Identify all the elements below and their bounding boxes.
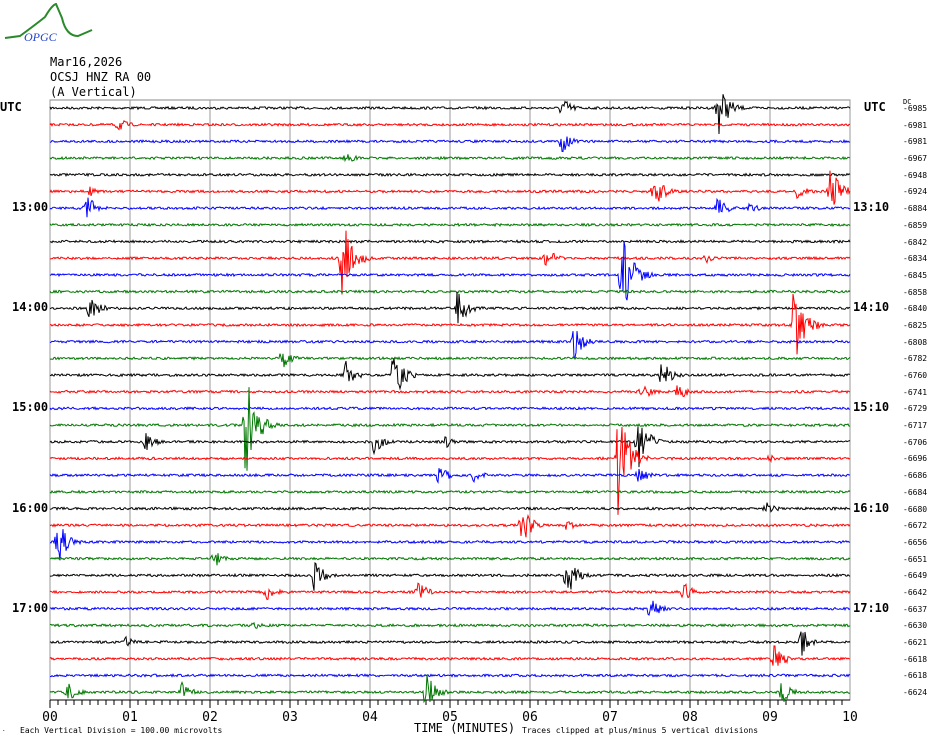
dc-offset-label: -6840 <box>903 304 928 314</box>
dc-offset-label: -6672 <box>903 521 928 531</box>
x-tick-label: 06 <box>522 710 538 725</box>
dc-offset-label: -6637 <box>903 604 928 614</box>
right-hour-label: 16:10 <box>853 500 890 515</box>
left-hour-label: 15:00 <box>12 400 49 415</box>
corner-mark: . <box>2 726 6 733</box>
dc-offset-label: -6729 <box>903 404 928 414</box>
scale-note: Each Vertical Division = 100.00 microvol… <box>20 726 223 735</box>
clip-note: Traces clipped at plus/minus 5 vertical … <box>522 726 759 735</box>
x-tick-label: 01 <box>122 710 138 725</box>
x-tick-label: 05 <box>442 710 458 725</box>
dc-offset-label: -6858 <box>903 287 928 297</box>
left-hour-label: 13:00 <box>12 200 49 215</box>
x-tick-label: 04 <box>362 710 378 725</box>
right-hour-label: 17:10 <box>853 600 890 615</box>
dc-offset-label: -6782 <box>903 354 928 364</box>
left-hour-label: 14:00 <box>12 300 49 315</box>
dc-offset-label: -6717 <box>903 421 928 431</box>
x-tick-label: 07 <box>602 710 618 725</box>
dc-offset-label: -6630 <box>903 621 928 631</box>
helicorder-plot <box>49 94 851 708</box>
dc-offset-label: -6621 <box>903 638 928 648</box>
dc-offset-label: -6651 <box>903 554 928 564</box>
dc-offset-label: -6741 <box>903 387 928 397</box>
x-tick-label: 10 <box>842 710 858 725</box>
dc-offset-label: -6967 <box>903 154 928 164</box>
dc-offset-label: -6684 <box>903 487 928 497</box>
dc-offset-label: -6706 <box>903 437 928 447</box>
right-hour-label: 15:10 <box>853 400 890 415</box>
dc-offset-label: -6808 <box>903 337 928 347</box>
dc-offset-label: -6760 <box>903 371 928 381</box>
right-hour-label: 14:10 <box>853 300 890 315</box>
dc-offset-label: -6649 <box>903 571 928 581</box>
dc-offset-label: -6981 <box>903 120 928 130</box>
dc-offset-label: -6985 <box>903 104 928 113</box>
dc-offset-label: -6624 <box>903 688 928 698</box>
dc-offset-label: -6680 <box>903 504 928 514</box>
x-tick-label: 03 <box>282 710 298 725</box>
dc-offset-label: -6924 <box>903 187 928 197</box>
dc-offset-label: -6948 <box>903 170 928 180</box>
dc-offset-label: -6845 <box>903 270 928 280</box>
dc-offset-label: -6686 <box>903 471 928 481</box>
x-tick-label: 02 <box>202 710 218 725</box>
left-hour-label: 17:00 <box>12 600 49 615</box>
dc-offset-label: -6825 <box>903 320 928 330</box>
dc-offset-label: -6618 <box>903 654 928 664</box>
dc-offset-label: -6618 <box>903 671 928 681</box>
dc-offset-label: -6859 <box>903 220 928 230</box>
x-tick-label: 09 <box>762 710 778 725</box>
dc-offset-label: -6642 <box>903 588 928 597</box>
dc-offset-label: -6884 <box>903 204 928 214</box>
left-hour-label: 16:00 <box>12 500 49 515</box>
right-hour-label: 13:10 <box>853 200 890 215</box>
x-tick-label: 00 <box>42 710 58 725</box>
dc-offset-label: -6842 <box>903 237 928 247</box>
x-axis-label: TIME (MINUTES) <box>414 721 516 735</box>
dc-offset-label: -6834 <box>903 254 928 264</box>
dc-offset-label: -6981 <box>903 137 928 147</box>
dc-offset-label: -6656 <box>903 537 928 547</box>
dc-offset-label: -6696 <box>903 454 928 464</box>
x-tick-label: 08 <box>682 710 698 725</box>
